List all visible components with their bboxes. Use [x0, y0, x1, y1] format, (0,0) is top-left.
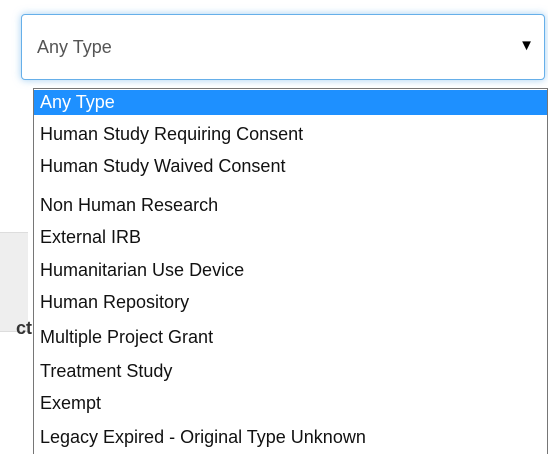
- option-any-type[interactable]: Any Type: [34, 90, 547, 115]
- option-human-study-waived-consent[interactable]: Human Study Waived Consent: [34, 154, 547, 179]
- option-humanitarian-use-device[interactable]: Humanitarian Use Device: [34, 258, 547, 283]
- background-panel: [0, 232, 28, 332]
- option-human-study-requiring-consent[interactable]: Human Study Requiring Consent: [34, 122, 547, 147]
- project-type-select[interactable]: Any Type ▼: [21, 14, 545, 80]
- option-external-irb[interactable]: External IRB: [34, 225, 547, 250]
- background-label-fragment: ct: [16, 318, 33, 338]
- option-non-human-research[interactable]: Non Human Research: [34, 193, 547, 218]
- option-exempt[interactable]: Exempt: [34, 391, 547, 416]
- select-current-value: Any Type: [37, 37, 112, 57]
- triangle-down-icon: ▼: [519, 37, 534, 54]
- option-legacy-expired[interactable]: Legacy Expired - Original Type Unknown: [34, 425, 547, 450]
- option-multiple-project-grant[interactable]: Multiple Project Grant: [34, 325, 547, 350]
- option-human-repository[interactable]: Human Repository: [34, 290, 547, 315]
- project-type-dropdown: Any Type Human Study Requiring Consent H…: [33, 88, 548, 454]
- page-background: [0, 0, 22, 454]
- option-treatment-study[interactable]: Treatment Study: [34, 359, 547, 384]
